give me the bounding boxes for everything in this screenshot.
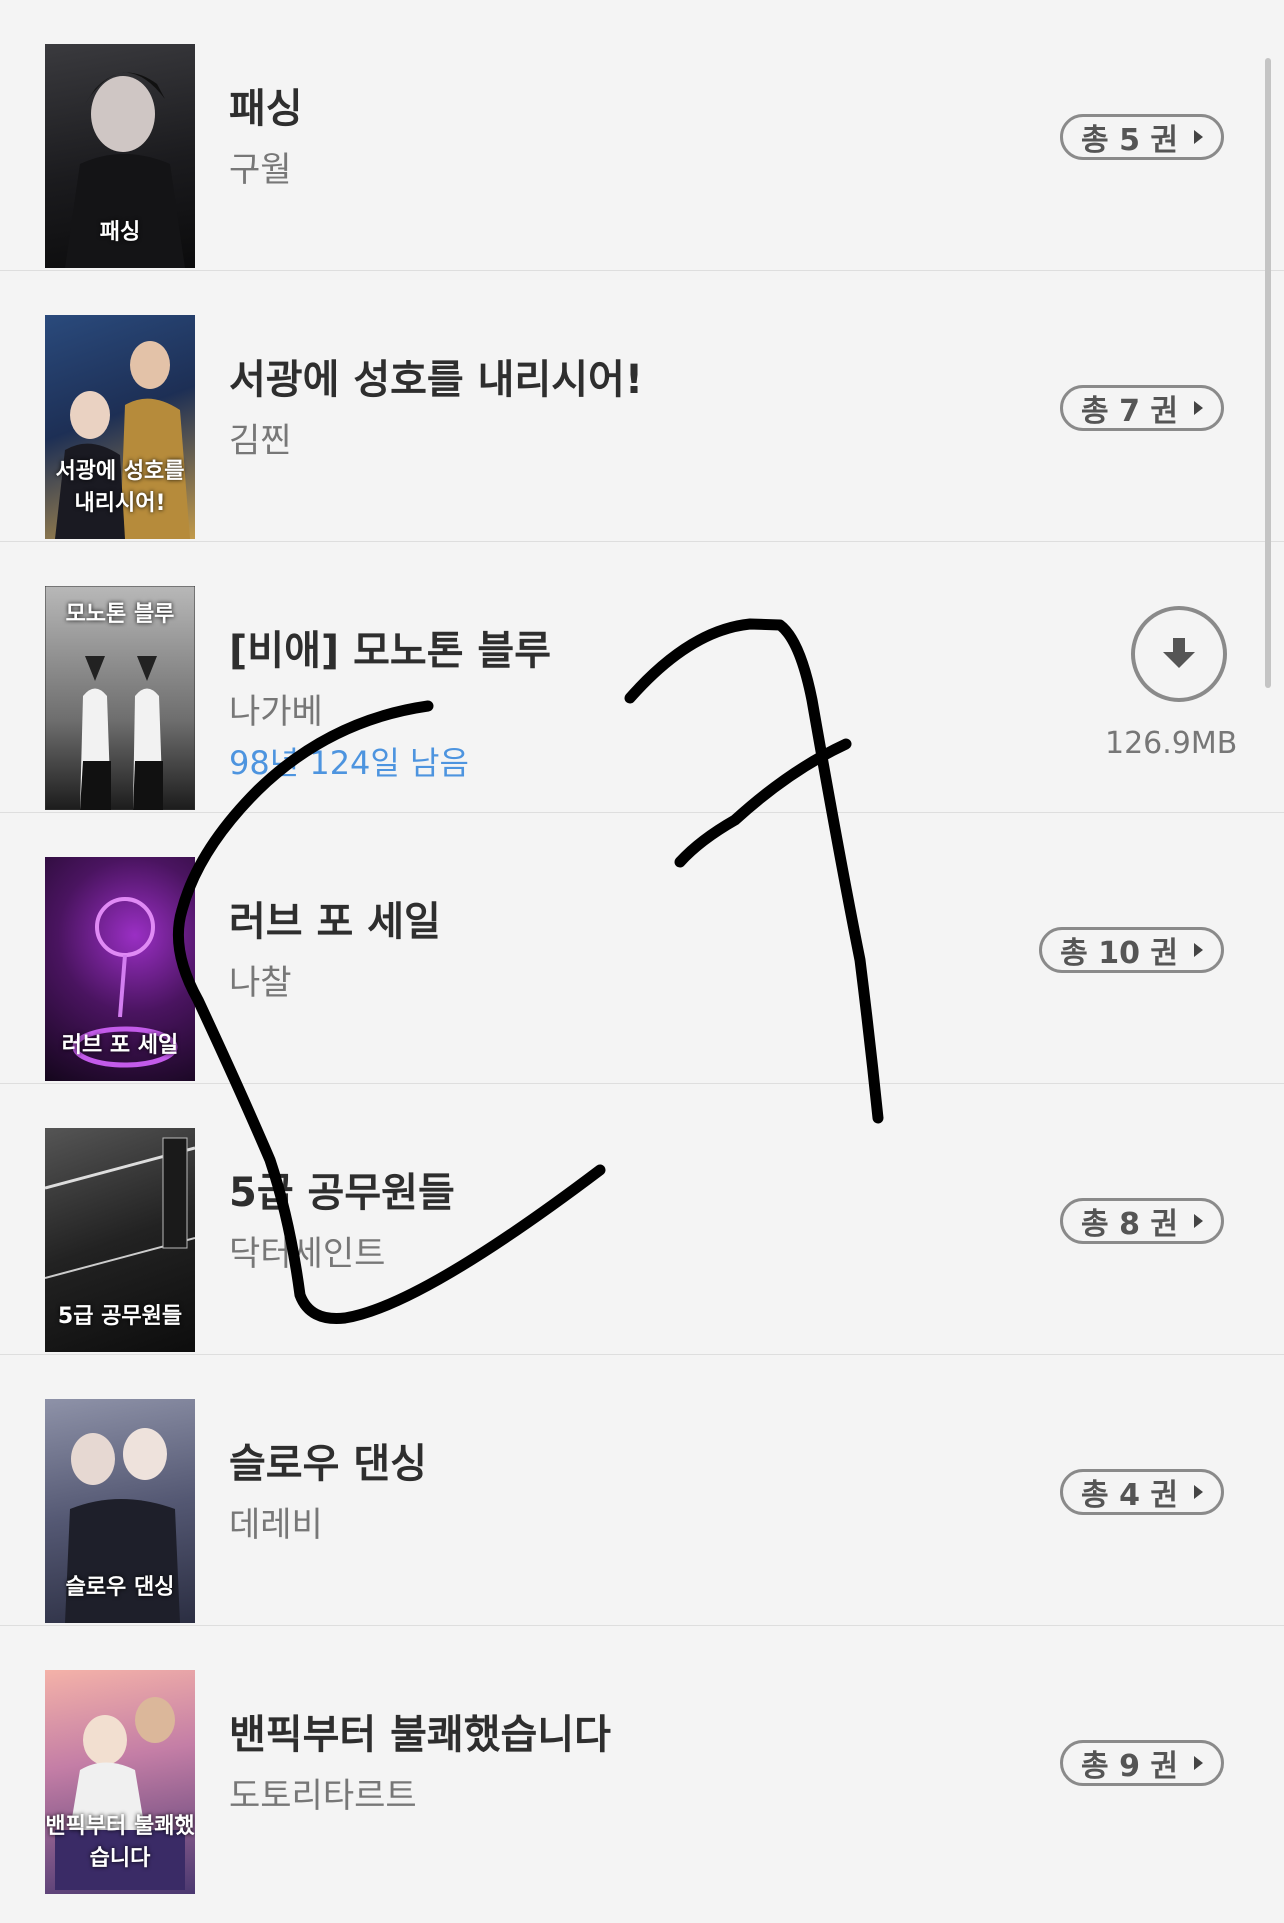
book-title: 슬로우 댄싱 — [229, 1441, 427, 1487]
download-arrow-icon — [1163, 638, 1195, 668]
book-title: 5급 공무원들 — [229, 1170, 455, 1216]
volume-count-label: 총 8 권 — [1081, 1207, 1178, 1242]
volume-count-label: 총 10 권 — [1060, 936, 1178, 971]
volume-count-button[interactable]: 총 9 권 — [1060, 1740, 1224, 1786]
cover-title: 러브 포 세일 — [61, 1033, 179, 1058]
volume-count-button[interactable]: 총 7 권 — [1060, 385, 1224, 431]
book-cover[interactable]: 패싱 — [45, 44, 195, 268]
cover-title: 모노톤 블루 — [65, 602, 175, 627]
book-author: 도토리타르트 — [229, 1776, 417, 1816]
book-row[interactable]: 서광에 성호를 내리시어! 서광에 성호를 내리시어! 김찐 총 7 권 — [0, 271, 1284, 542]
volume-count-label: 총 7 권 — [1081, 394, 1178, 429]
volume-count-label: 총 4 권 — [1081, 1478, 1178, 1513]
volume-count-label: 총 5 권 — [1081, 123, 1178, 158]
book-author: 닥터세인트 — [229, 1234, 386, 1274]
cover-title: 5급 공무원들 — [57, 1304, 183, 1329]
book-cover[interactable]: 모노톤 블루 — [45, 586, 195, 810]
book-author: 나찰 — [229, 963, 292, 1003]
book-cover[interactable]: 밴픽부터 불쾌했습니다 — [45, 1670, 195, 1894]
scrollbar[interactable] — [1265, 58, 1271, 688]
book-title: 러브 포 세일 — [229, 899, 441, 945]
book-author: 나가베 — [229, 692, 323, 732]
book-row[interactable]: 모노톤 블루 [비애] 모노톤 블루 나가베 98년 124일 남음 126.9… — [0, 542, 1284, 813]
file-size: 126.9MB — [1105, 726, 1238, 761]
book-cover[interactable]: 서광에 성호를 내리시어! — [45, 315, 195, 539]
play-triangle-icon — [1194, 1214, 1203, 1228]
book-row[interactable]: 패싱 패싱 구월 총 5 권 — [0, 0, 1284, 271]
volume-count-button[interactable]: 총 8 권 — [1060, 1198, 1224, 1244]
play-triangle-icon — [1194, 1485, 1203, 1499]
play-triangle-icon — [1194, 401, 1203, 415]
rental-remaining: 98년 124일 남음 — [229, 744, 469, 782]
volume-count-button[interactable]: 총 10 권 — [1039, 927, 1224, 973]
play-triangle-icon — [1194, 943, 1203, 957]
cover-title: 서광에 성호를 내리시어! — [55, 459, 185, 516]
book-title: [비애] 모노톤 블루 — [229, 628, 552, 674]
play-triangle-icon — [1194, 130, 1203, 144]
book-author: 김찐 — [229, 421, 292, 461]
play-triangle-icon — [1194, 1756, 1203, 1770]
book-cover[interactable]: 슬로우 댄싱 — [45, 1399, 195, 1623]
book-cover[interactable]: 5급 공무원들 — [45, 1128, 195, 1352]
book-row[interactable]: 5급 공무원들 5급 공무원들 닥터세인트 총 8 권 — [0, 1084, 1284, 1355]
book-title: 패싱 — [229, 86, 303, 132]
volume-count-button[interactable]: 총 5 권 — [1060, 114, 1224, 160]
volume-count-label: 총 9 권 — [1081, 1749, 1178, 1784]
book-row[interactable]: 러브 포 세일 러브 포 세일 나찰 총 10 권 — [0, 813, 1284, 1084]
cover-title: 밴픽부터 불쾌했습니다 — [45, 1814, 195, 1871]
cover-title: 슬로우 댄싱 — [65, 1575, 175, 1600]
book-author: 구월 — [229, 150, 292, 190]
volume-count-button[interactable]: 총 4 권 — [1060, 1469, 1224, 1515]
book-row[interactable]: 밴픽부터 불쾌했습니다 밴픽부터 불쾌했습니다 도토리타르트 총 9 권 — [0, 1626, 1284, 1897]
book-author: 데레비 — [229, 1505, 323, 1545]
book-cover[interactable]: 러브 포 세일 — [45, 857, 195, 1081]
download-button[interactable] — [1131, 606, 1227, 702]
cover-title: 패싱 — [99, 220, 141, 245]
book-title: 서광에 성호를 내리시어! — [229, 357, 644, 403]
book-row[interactable]: 슬로우 댄싱 슬로우 댄싱 데레비 총 4 권 — [0, 1355, 1284, 1626]
book-title: 밴픽부터 불쾌했습니다 — [229, 1712, 611, 1758]
